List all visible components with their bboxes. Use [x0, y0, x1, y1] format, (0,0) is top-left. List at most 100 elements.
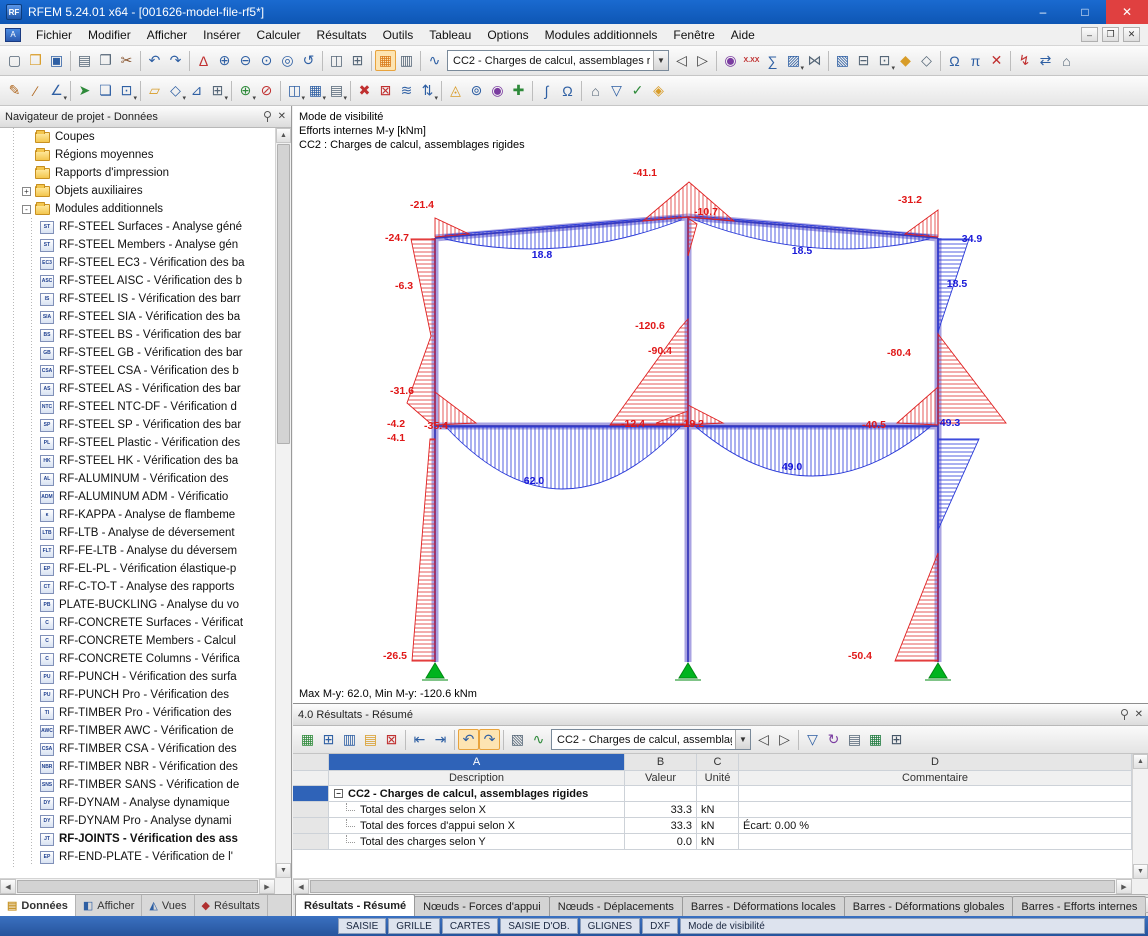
result-diagram-icon[interactable]: ∿	[528, 729, 549, 750]
tree-item[interactable]: AL RF-ALUMINUM - Vérification des	[0, 470, 275, 488]
scrollbar-thumb[interactable]	[277, 144, 290, 444]
refresh-table-icon[interactable]: ↻	[823, 729, 844, 750]
filter-results-icon[interactable]: ▽	[802, 729, 823, 750]
model-canvas[interactable]: Mode de visibilité Efforts internes M-y […	[293, 106, 1148, 703]
tree-item[interactable]: C RF-CONCRETE Members - Calcul	[0, 632, 275, 650]
node-tool-icon[interactable]: ◇ ▾	[165, 80, 186, 102]
status-segment[interactable]: DXF	[642, 918, 679, 934]
navigator-vertical-scrollbar[interactable]: ▲ ▼	[275, 128, 291, 878]
column-letter[interactable]: C	[697, 754, 739, 771]
table-tab[interactable]: Barres - Déformations globales	[843, 896, 1014, 916]
delete-result-icon[interactable]: ✖	[354, 80, 375, 101]
comment-cell[interactable]	[739, 786, 1132, 802]
insert-row-icon[interactable]: ⊞	[318, 729, 339, 750]
tree-item[interactable]: ADM RF-ALUMINUM ADM - Vérificatio	[0, 488, 275, 506]
close-icon[interactable]: ✕	[1135, 709, 1143, 720]
chevron-down-icon[interactable]: ▼	[653, 51, 668, 70]
next-case-icon[interactable]: ▷	[774, 729, 795, 750]
row-header-cell[interactable]	[293, 818, 329, 834]
tree-item[interactable]: ASC RF-STEEL AISC - Vérification des b	[0, 272, 275, 290]
target-icon[interactable]: ◉	[487, 80, 508, 101]
divide-icon[interactable]: ∕	[25, 80, 46, 101]
tree-item[interactable]: C RF-CONCRETE Columns - Vérifica	[0, 650, 275, 668]
unit-cell[interactable]: kN	[697, 818, 739, 834]
add-object-icon[interactable]: ✚	[508, 80, 529, 101]
tree-item[interactable]: FLT RF-FE-LTB - Analyse du déversem	[0, 542, 275, 560]
unit-cell[interactable]	[697, 786, 739, 802]
print-icon[interactable]: ▤	[74, 50, 95, 71]
description-cell[interactable]: Total des charges selon Y	[329, 834, 625, 850]
table-layout-icon[interactable]: ▥	[396, 50, 417, 71]
tree-item[interactable]: PU RF-PUNCH Pro - Vérification des	[0, 686, 275, 704]
work-plane-icon[interactable]: ◫ ▾	[284, 80, 305, 102]
scrollbar-thumb[interactable]	[17, 880, 258, 893]
no-snap-icon[interactable]: ⊘	[256, 80, 277, 101]
tree-item[interactable]: - Modules additionnels	[0, 200, 275, 218]
menu-item[interactable]: Tableau	[421, 24, 479, 45]
status-segment[interactable]: GLIGNES	[579, 918, 641, 934]
plane-xz-icon[interactable]: ▤ ▾	[326, 80, 347, 102]
results-vertical-scrollbar[interactable]: ▲ ▼	[1132, 754, 1148, 879]
table-tab[interactable]: Barres - Déformations locales	[681, 896, 845, 916]
show-tables-icon[interactable]: ▦	[375, 50, 396, 71]
tree-item[interactable]: + Objets auxiliaires	[0, 182, 275, 200]
row-header-cell[interactable]	[293, 834, 329, 850]
table-columns-icon[interactable]: ▥	[339, 729, 360, 750]
copy-icon[interactable]: ❐	[95, 50, 116, 71]
sum-icon[interactable]: ∑	[762, 50, 783, 71]
surface-tool-icon[interactable]: ▱	[144, 80, 165, 101]
last-column-icon[interactable]: ⇥	[430, 729, 451, 750]
tree-item[interactable]: IS RF-STEEL IS - Vérification des barr	[0, 290, 275, 308]
tree-item[interactable]: PB PLATE-BUCKLING - Analyse du vo	[0, 596, 275, 614]
home-icon[interactable]: ⌂	[585, 80, 606, 101]
check-icon[interactable]: ◇	[916, 50, 937, 71]
tree-item[interactable]: TI RF-TIMBER Pro - Vérification des	[0, 704, 275, 722]
results-load-case-combo[interactable]: CC2 - Charges de calcul, assemblag ▼	[551, 729, 751, 750]
mdi-document-icon[interactable]: A	[5, 27, 21, 42]
scroll-left-icon[interactable]: ◀	[0, 879, 16, 894]
tree-item[interactable]: NBR RF-TIMBER NBR - Vérification des	[0, 758, 275, 776]
tree-item[interactable]: EP RF-END-PLATE - Vérification de l'	[0, 848, 275, 866]
table-row[interactable]: Total des charges selon X 33.3 kN	[293, 802, 1132, 818]
comment-cell[interactable]	[739, 834, 1132, 850]
maximize-button[interactable]: □	[1064, 0, 1106, 24]
tree-item[interactable]: Rapports d'impression	[0, 164, 275, 182]
rotate-right-icon[interactable]: ↷	[479, 729, 500, 750]
show-results-icon[interactable]: ◉	[720, 50, 741, 71]
save-model-icon[interactable]: ▣	[46, 50, 67, 71]
swap-icon[interactable]: ⇄	[1035, 50, 1056, 71]
value-cell[interactable]: 33.3	[625, 818, 697, 834]
navigator-horizontal-scrollbar[interactable]: ◀ ▶	[0, 878, 275, 894]
table-tab[interactable]: Nœuds - Déplacements	[548, 896, 683, 916]
mdi-minimize-button[interactable]: –	[1081, 27, 1098, 42]
plane-xy-icon[interactable]: ▦ ▾	[305, 80, 326, 102]
tree-item[interactable]: ST RF-STEEL Surfaces - Analyse géné	[0, 218, 275, 236]
zoom-all-icon[interactable]: ◎	[277, 50, 298, 71]
visibility-icon[interactable]: ⊟	[853, 50, 874, 71]
value-cell[interactable]	[625, 786, 697, 802]
diamond-icon[interactable]: ◈	[648, 80, 669, 101]
tree-item[interactable]: HK RF-STEEL HK - Vérification des ba	[0, 452, 275, 470]
next-load-case-icon[interactable]: ▷	[692, 50, 713, 71]
navigator-tab-résultats[interactable]: ◆ Résultats	[195, 895, 268, 916]
grid-icon[interactable]: ⊞ ▾	[207, 80, 228, 102]
unit-cell[interactable]: kN	[697, 834, 739, 850]
menu-item[interactable]: Outils	[375, 24, 422, 45]
tree-item[interactable]: GB RF-STEEL GB - Vérification des bar	[0, 344, 275, 362]
edit-icon[interactable]: ✎	[4, 80, 25, 101]
table-row[interactable]: Total des charges selon Y 0.0 kN	[293, 834, 1132, 850]
result-diagrams-icon[interactable]: ▨ ▾	[783, 50, 804, 72]
scroll-up-icon[interactable]: ▲	[276, 128, 291, 143]
description-cell[interactable]: − CC2 - Charges de calcul, assemblages ri…	[329, 786, 625, 802]
tree-item[interactable]: Régions moyennes	[0, 146, 275, 164]
zoom-window-icon[interactable]: ⊙	[256, 50, 277, 71]
new-model-icon[interactable]: ▢	[4, 50, 25, 71]
wave-icon[interactable]: ≋	[396, 80, 417, 101]
previous-load-case-icon[interactable]: ◁	[671, 50, 692, 71]
tree-item[interactable]: NTC RF-STEEL NTC-DF - Vérification d	[0, 398, 275, 416]
tree-item[interactable]: DY RF-DYNAM Pro - Analyse dynami	[0, 812, 275, 830]
excel-export-icon[interactable]: ▦	[865, 729, 886, 750]
tree-item[interactable]: JT RF-JOINTS - Vérification des ass	[0, 830, 275, 848]
user-profile-icon[interactable]: ⊡ ▾	[874, 50, 895, 72]
check-ok-icon[interactable]: ✓	[627, 80, 648, 101]
